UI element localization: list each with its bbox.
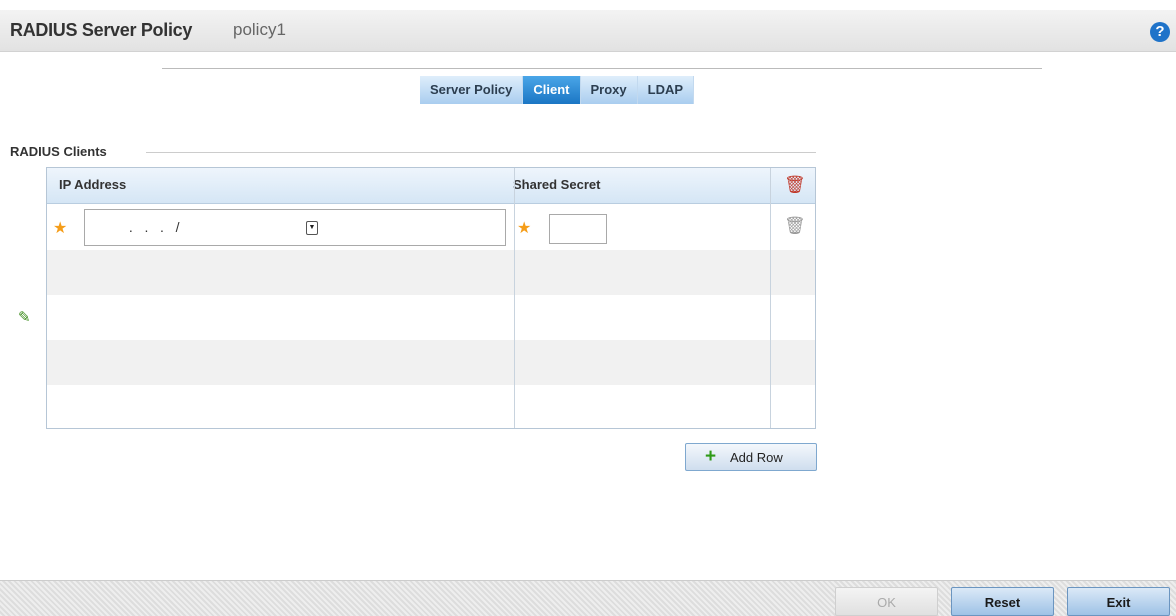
add-row-label: Add Row bbox=[730, 450, 783, 465]
table-row bbox=[47, 295, 815, 340]
footer-bar: OK Reset Exit bbox=[0, 580, 1176, 616]
delete-row-trash-icon[interactable]: 🗑 bbox=[784, 216, 806, 236]
delete-all-trash-icon[interactable]: 🗑 bbox=[784, 175, 806, 195]
table-row bbox=[47, 385, 815, 430]
tab-bar: Server Policy Client Proxy LDAP bbox=[420, 76, 695, 104]
radius-clients-table: IP Address Shared Secret 🗑 ★ . . . / ▼ ★… bbox=[46, 167, 816, 429]
ip-address-input[interactable]: . . . / ▼ bbox=[84, 209, 506, 246]
column-header-shared-secret: Shared Secret bbox=[513, 177, 601, 192]
ok-button[interactable]: OK bbox=[835, 587, 938, 616]
column-divider bbox=[770, 168, 771, 428]
shared-secret-input[interactable] bbox=[549, 214, 607, 244]
column-divider bbox=[514, 168, 515, 428]
section-divider bbox=[146, 152, 816, 153]
tab-ldap[interactable]: LDAP bbox=[637, 76, 695, 104]
exit-button[interactable]: Exit bbox=[1067, 587, 1170, 616]
tab-divider-line bbox=[162, 68, 1042, 69]
help-icon[interactable]: ? bbox=[1150, 22, 1170, 42]
ip-address-value: . . . / bbox=[125, 219, 184, 235]
table-header: IP Address Shared Secret 🗑 bbox=[47, 168, 815, 204]
plus-icon: + bbox=[705, 446, 717, 467]
column-header-ip-address: IP Address bbox=[59, 177, 127, 192]
table-row bbox=[47, 340, 815, 385]
tab-client[interactable]: Client bbox=[523, 76, 581, 104]
required-star-icon: ★ bbox=[53, 220, 68, 237]
add-row-button[interactable]: + Add Row bbox=[685, 443, 817, 471]
page-title: RADIUS Server Policy bbox=[10, 20, 193, 40]
table-row bbox=[47, 250, 815, 295]
section-title: RADIUS Clients bbox=[10, 144, 107, 159]
dropdown-arrow-icon[interactable]: ▼ bbox=[306, 221, 318, 235]
edit-pencil-icon[interactable]: ✎ bbox=[18, 308, 31, 326]
tab-server-policy[interactable]: Server Policy bbox=[420, 76, 524, 104]
required-star-icon: ★ bbox=[517, 220, 532, 237]
policy-name: policy1 bbox=[233, 20, 286, 39]
tab-proxy[interactable]: Proxy bbox=[580, 76, 638, 104]
reset-button[interactable]: Reset bbox=[951, 587, 1054, 616]
title-bar: RADIUS Server Policy policy1 ? bbox=[0, 10, 1176, 52]
